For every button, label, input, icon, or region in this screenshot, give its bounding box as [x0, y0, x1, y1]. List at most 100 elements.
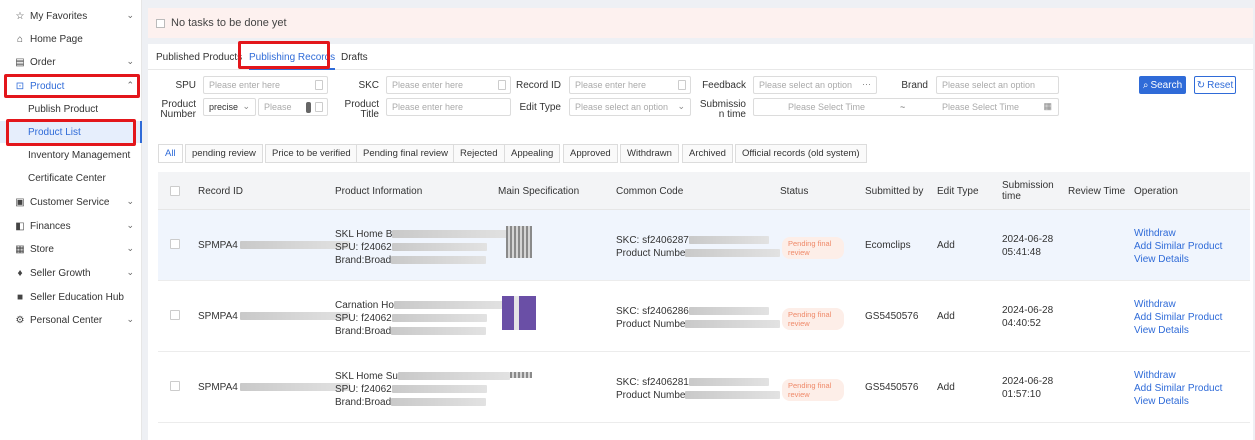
- search-icon: ⌕: [1142, 79, 1149, 91]
- tab-published-products[interactable]: Published Products: [156, 52, 242, 63]
- product-number-input[interactable]: Please: [258, 98, 328, 116]
- add-similar-product-link[interactable]: Add Similar Product: [1134, 311, 1222, 324]
- select-all-checkbox[interactable]: [170, 186, 180, 196]
- product-thumbnail[interactable]: [510, 372, 532, 378]
- status-tab-official-records[interactable]: Official records (old system): [735, 144, 867, 163]
- skc-input[interactable]: Please enter here: [386, 76, 511, 94]
- status-tab-rejected[interactable]: Rejected: [453, 144, 505, 163]
- product-title-input[interactable]: Please enter here: [386, 98, 511, 116]
- status-tab-pending-final-review[interactable]: Pending final review: [356, 144, 456, 163]
- chevron-down-icon: ⌄: [126, 220, 134, 230]
- tab-drafts[interactable]: Drafts: [341, 52, 368, 63]
- operations: Withdraw Add Similar Product View Detail…: [1134, 298, 1222, 337]
- status-tab-all[interactable]: All: [158, 144, 183, 163]
- redacted-text: [398, 372, 510, 381]
- checkbox-icon: [156, 18, 165, 28]
- submitted-by: Ecomclips: [865, 240, 911, 251]
- sidebar-item-my-favorites[interactable]: ☆ My Favorites ⌄: [0, 5, 142, 27]
- sidebar-item-product[interactable]: ⊡ Product ⌃: [0, 75, 142, 97]
- education-icon: ■: [16, 291, 24, 303]
- col-submitted-by: Submitted by: [865, 185, 924, 197]
- view-details-link[interactable]: View Details: [1134, 253, 1222, 266]
- star-icon: ☆: [15, 10, 25, 22]
- submission-time-label: Submissio n time: [699, 99, 746, 120]
- feedback-select[interactable]: Please select an option ⋯: [753, 76, 877, 94]
- search-button[interactable]: ⌕ Search: [1139, 76, 1186, 94]
- redacted-text: [685, 320, 781, 329]
- match-mode-select[interactable]: precise ⌄: [203, 98, 256, 116]
- start-time-input[interactable]: Please Select Time: [788, 102, 865, 112]
- status-tab-approved[interactable]: Approved: [563, 144, 618, 163]
- common-code: SKC: sf2406286 Product Numbe: [616, 305, 781, 331]
- row-checkbox[interactable]: [170, 310, 180, 320]
- record-id-input[interactable]: Please enter here: [569, 76, 691, 94]
- sidebar-item-personal-center[interactable]: ⚙ Personal Center ⌄: [0, 309, 142, 331]
- sidebar-item-finances[interactable]: ◧ Finances ⌄: [0, 215, 142, 237]
- status-tab-appealing[interactable]: Appealing: [504, 144, 561, 163]
- redacted-text: [685, 249, 781, 258]
- product-thumbnail[interactable]: [506, 226, 532, 258]
- withdraw-link[interactable]: Withdraw: [1134, 298, 1222, 311]
- sidebar-sub-certificate-center[interactable]: Certificate Center: [0, 167, 142, 189]
- sidebar-item-store[interactable]: ▦ Store ⌄: [0, 238, 142, 260]
- edit-type: Add: [937, 311, 955, 322]
- withdraw-link[interactable]: Withdraw: [1134, 227, 1222, 240]
- more-icon: ⋯: [862, 79, 871, 89]
- redacted-text: [391, 314, 487, 323]
- top-tabs: Published Products Publishing Records Dr…: [148, 44, 1253, 70]
- sidebar-item-order[interactable]: ▤ Order ⌄: [0, 51, 142, 73]
- sidebar-item-home-page[interactable]: ⌂ Home Page: [0, 28, 142, 50]
- personal-icon: ⚙: [15, 314, 25, 326]
- growth-icon: ♦: [17, 267, 23, 279]
- copy-icon: [498, 80, 506, 90]
- spu-label: SPU: [175, 80, 196, 91]
- chevron-down-icon: ⌄: [126, 10, 134, 20]
- redacted-text: [688, 307, 769, 316]
- col-review-time: Review Time: [1068, 185, 1126, 197]
- reset-button[interactable]: ↻ Reset: [1194, 76, 1236, 94]
- submission-time-range[interactable]: Please Select Time ~ Please Select Time …: [753, 98, 1059, 116]
- sidebar-sub-product-list[interactable]: Product List: [0, 121, 142, 143]
- product-title-label: Product Title: [344, 99, 379, 120]
- submitted-by: GS5450576: [865, 382, 919, 393]
- brand-select[interactable]: Please select an option: [936, 76, 1059, 94]
- customer-service-icon: ▣: [15, 196, 25, 208]
- end-time-input[interactable]: Please Select Time: [942, 102, 1019, 112]
- view-details-link[interactable]: View Details: [1134, 395, 1222, 408]
- col-operation: Operation: [1134, 185, 1178, 197]
- row-checkbox[interactable]: [170, 239, 180, 249]
- tab-publishing-records[interactable]: Publishing Records: [249, 52, 336, 70]
- add-similar-product-link[interactable]: Add Similar Product: [1134, 382, 1222, 395]
- status-badge: Pending final review: [782, 379, 844, 401]
- edit-type-select[interactable]: Please select an option ⌄: [569, 98, 691, 116]
- col-edit-type: Edit Type: [937, 185, 979, 197]
- sidebar-item-seller-education-hub[interactable]: ■ Seller Education Hub: [0, 286, 142, 308]
- status-tab-price-to-be-verified[interactable]: Price to be verified: [265, 144, 358, 163]
- edit-type: Add: [937, 382, 955, 393]
- common-code: SKC: sf2406287 Product Numbe: [616, 234, 781, 260]
- product-thumbnail[interactable]: [502, 296, 536, 330]
- slider-handle-icon: [306, 102, 311, 113]
- sidebar: ☆ My Favorites ⌄ ⌂ Home Page ▤ Order ⌄ ⊡ Produ…: [0, 0, 142, 440]
- feedback-label: Feedback: [702, 80, 746, 91]
- redacted-text: [688, 378, 769, 387]
- sidebar-sub-publish-product[interactable]: Publish Product: [0, 98, 142, 120]
- chevron-down-icon: ⌄: [126, 243, 134, 253]
- redacted-text: [688, 236, 769, 245]
- add-similar-product-link[interactable]: Add Similar Product: [1134, 240, 1222, 253]
- row-checkbox[interactable]: [170, 381, 180, 391]
- withdraw-link[interactable]: Withdraw: [1134, 369, 1222, 382]
- chevron-down-icon: ⌄: [126, 56, 134, 66]
- chevron-up-icon: ⌃: [126, 80, 134, 90]
- redacted-text: [239, 312, 350, 321]
- sidebar-sub-inventory-management[interactable]: Inventory Management: [0, 144, 142, 166]
- sidebar-item-customer-service[interactable]: ▣ Customer Service ⌄: [0, 191, 142, 213]
- spu-input[interactable]: Please enter here: [203, 76, 328, 94]
- sidebar-item-seller-growth[interactable]: ♦ Seller Growth ⌄: [0, 262, 142, 284]
- status-tab-withdrawn[interactable]: Withdrawn: [620, 144, 679, 163]
- redacted-text: [391, 243, 487, 252]
- redacted-text: [391, 385, 487, 394]
- status-tab-archived[interactable]: Archived: [682, 144, 733, 163]
- status-tab-pending-review[interactable]: pending review: [185, 144, 263, 163]
- view-details-link[interactable]: View Details: [1134, 324, 1222, 337]
